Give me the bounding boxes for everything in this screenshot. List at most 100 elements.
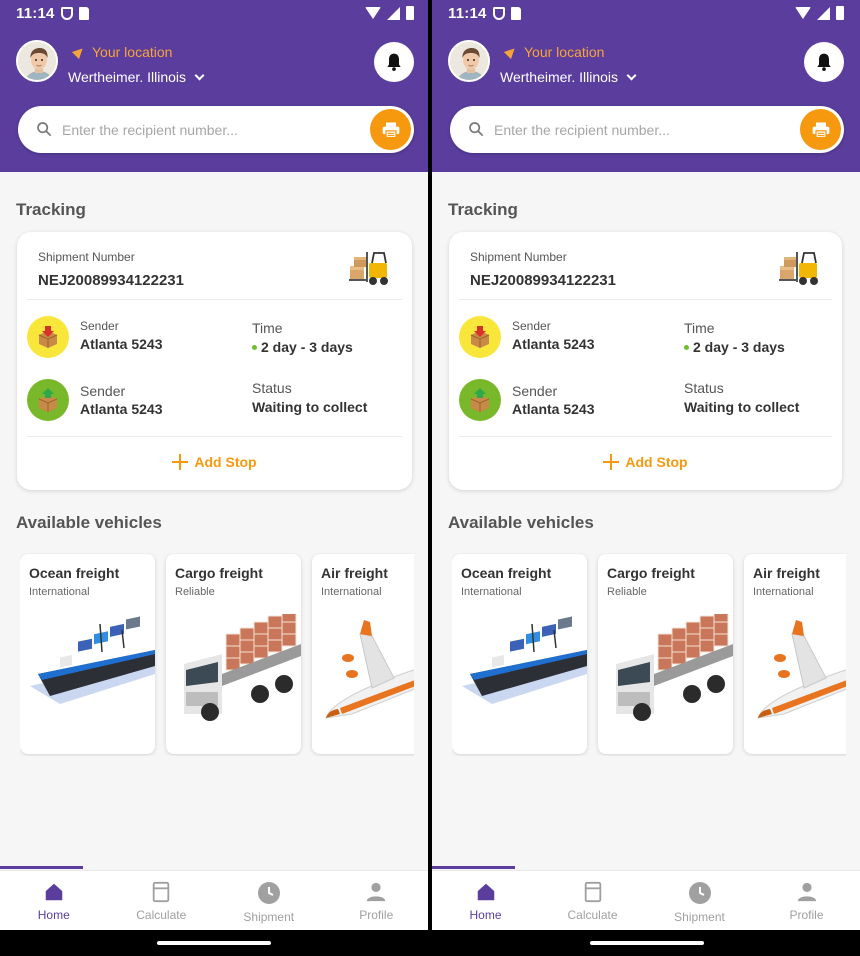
- calculator-icon: [153, 881, 170, 903]
- sender-incoming-badge: [459, 379, 501, 421]
- nav-label: Shipment: [243, 910, 295, 924]
- nav-shipment[interactable]: Shipment: [215, 871, 323, 930]
- box-upload-icon: [470, 388, 490, 412]
- active-tab-indicator: [0, 866, 83, 869]
- vehicle-title: Ocean freight: [29, 565, 120, 581]
- notifications-button[interactable]: [804, 42, 844, 82]
- vehicle-card-air[interactable]: Air freight International: [312, 554, 414, 754]
- vehicle-title: Cargo freight: [607, 565, 695, 581]
- status-bar: 11:14: [448, 4, 844, 22]
- search-icon: [37, 122, 52, 137]
- nav-label: Calculate: [567, 908, 618, 922]
- location-label: Your location: [503, 44, 605, 60]
- app-header: 11:14 Your location Wertheimer. Illinois…: [0, 0, 430, 172]
- status-label: Status: [684, 380, 724, 396]
- sd-card-icon: [510, 6, 521, 20]
- vehicle-card-cargo[interactable]: Cargo freight Reliable: [166, 554, 301, 754]
- signal-icon: [817, 6, 830, 20]
- vehicles-carousel[interactable]: Ocean freight International Cargo freigh…: [452, 553, 846, 756]
- divider: [27, 436, 402, 437]
- box-download-icon: [38, 326, 58, 348]
- add-stop-button[interactable]: Add Stop: [449, 454, 842, 470]
- nav-home[interactable]: Home: [0, 871, 108, 930]
- forklift-icon: [779, 252, 818, 285]
- home-icon: [45, 883, 62, 901]
- search-bar: [450, 106, 844, 153]
- vehicle-subtitle: Reliable: [607, 586, 647, 598]
- truck-icon: [184, 614, 301, 721]
- search-input[interactable]: [62, 106, 362, 153]
- nav-home[interactable]: Home: [432, 871, 539, 930]
- vehicle-title: Ocean freight: [461, 565, 552, 581]
- nav-label: Shipment: [674, 910, 725, 924]
- forklift-icon: [349, 252, 388, 285]
- nav-calculate[interactable]: Calculate: [108, 871, 216, 930]
- bottom-navigation: Home Calculate Shipment Profile: [0, 870, 430, 930]
- add-stop-button[interactable]: Add Stop: [17, 454, 412, 470]
- sender-label: Sender: [512, 319, 551, 333]
- home-gesture-pill[interactable]: [590, 941, 704, 945]
- tracking-title: Tracking: [16, 200, 86, 219]
- location-selector[interactable]: Wertheimer. Illinois: [68, 69, 205, 85]
- truck-icon: [616, 614, 733, 721]
- person-icon: [797, 882, 816, 902]
- person-icon: [367, 882, 386, 902]
- home-gesture-pill[interactable]: [157, 941, 271, 945]
- sender-outgoing-badge: [27, 316, 69, 358]
- avatar[interactable]: [448, 40, 490, 82]
- time-label: Time: [252, 320, 283, 336]
- printer-icon: [382, 122, 399, 138]
- nav-label: Profile: [359, 908, 394, 922]
- bell-icon: [387, 53, 401, 71]
- sender-value: Atlanta 5243: [512, 401, 595, 417]
- divider: [27, 299, 402, 300]
- nav-label: Home: [37, 908, 70, 922]
- sender-outgoing-badge: [459, 316, 501, 358]
- plus-icon: [603, 454, 620, 470]
- dual-screen-view: 11:14 Your location Wertheimer. Illinois…: [0, 0, 860, 956]
- vehicles-carousel[interactable]: Ocean freight International Cargo freigh…: [20, 553, 414, 756]
- vehicle-card-air[interactable]: Air freight International: [744, 554, 846, 754]
- nav-profile[interactable]: Profile: [323, 871, 431, 930]
- nav-shipment[interactable]: Shipment: [646, 871, 753, 930]
- location-selector[interactable]: Wertheimer. Illinois: [500, 69, 637, 85]
- location-label: Your location: [71, 44, 172, 60]
- signal-icon: [387, 6, 400, 20]
- vehicle-card-cargo[interactable]: Cargo freight Reliable: [598, 554, 733, 754]
- vehicles-title: Available vehicles: [448, 513, 594, 532]
- app-header: 11:14 Your location Wertheimer. Illinois…: [432, 0, 860, 172]
- location-label-text: Your location: [524, 44, 605, 60]
- vehicle-title: Air freight: [321, 565, 388, 581]
- nav-profile[interactable]: Profile: [753, 871, 860, 930]
- ship-icon: [30, 616, 155, 704]
- tracking-card[interactable]: Shipment Number NEJ20089934122231 Sender…: [17, 232, 412, 490]
- notifications-button[interactable]: [374, 42, 414, 82]
- time-status-dot: [684, 344, 689, 350]
- vehicle-title: Air freight: [753, 565, 820, 581]
- clock-icon: [257, 882, 280, 904]
- chevron-down-icon: [194, 70, 205, 80]
- box-download-icon: [470, 326, 490, 348]
- shield-icon: [60, 6, 73, 20]
- sender-label: Sender: [80, 383, 126, 399]
- print-button[interactable]: [800, 109, 841, 150]
- calculator-icon: [584, 881, 601, 903]
- vehicle-card-ocean[interactable]: Ocean freight International: [452, 554, 587, 754]
- battery-icon: [406, 6, 414, 20]
- nav-calculate[interactable]: Calculate: [539, 871, 646, 930]
- search-input[interactable]: [494, 106, 794, 153]
- printer-icon: [812, 122, 829, 138]
- time-value-text: 2 day - 3 days: [261, 339, 353, 355]
- time-value-text: 2 day - 3 days: [693, 339, 785, 355]
- status-label: Status: [252, 380, 292, 396]
- add-stop-label: Add Stop: [194, 454, 257, 470]
- print-button[interactable]: [370, 109, 411, 150]
- vehicle-card-ocean[interactable]: Ocean freight International: [20, 554, 155, 754]
- avatar[interactable]: [16, 40, 58, 82]
- sender-value: Atlanta 5243: [80, 336, 163, 352]
- vehicle-subtitle: International: [753, 586, 814, 598]
- chevron-down-icon: [626, 70, 637, 80]
- sender-incoming-badge: [27, 379, 69, 421]
- tracking-card[interactable]: Shipment Number NEJ20089934122231 Sender…: [449, 232, 842, 490]
- status-time: 11:14: [448, 4, 487, 22]
